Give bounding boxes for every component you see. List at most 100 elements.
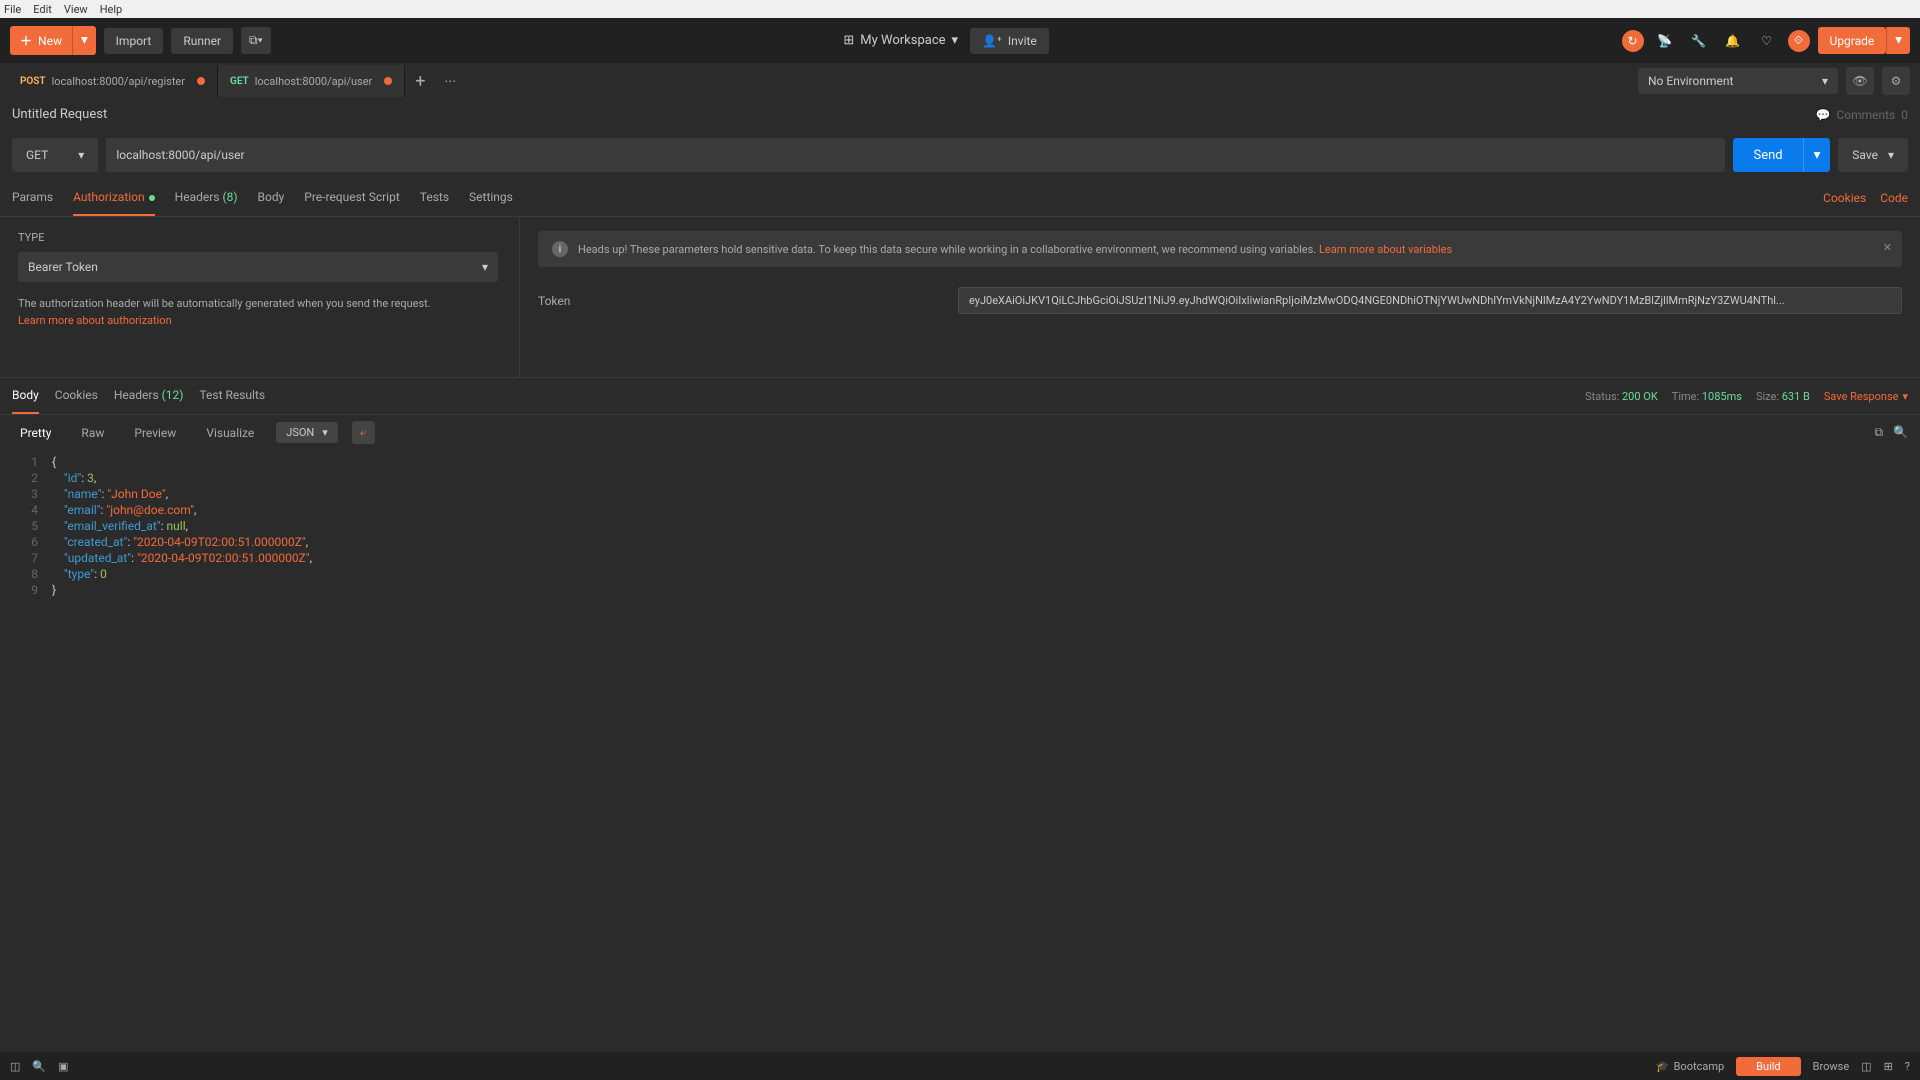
tab-bar: POST localhost:8000/api/register GET loc…	[0, 63, 1920, 99]
two-pane-icon[interactable]: ◫	[1861, 1060, 1871, 1073]
plus-icon: ＋	[20, 32, 32, 49]
code-link[interactable]: Code	[1880, 191, 1908, 205]
save-response-button[interactable]: Save Response ▾	[1824, 390, 1908, 403]
menu-view[interactable]: View	[64, 3, 88, 16]
resp-tab-cookies[interactable]: Cookies	[55, 378, 98, 414]
chevron-down-icon: ▾	[1902, 390, 1908, 403]
console-icon[interactable]: ▣	[58, 1060, 68, 1073]
satellite-icon[interactable]: 📡	[1652, 28, 1678, 54]
resp-tab-body[interactable]: Body	[12, 378, 39, 414]
bootcamp-icon: 🎓	[1656, 1060, 1670, 1073]
send-dropdown[interactable]: ▾	[1803, 138, 1831, 172]
dirty-indicator-icon	[384, 77, 392, 85]
invite-button[interactable]: 👤⁺ Invite	[970, 28, 1049, 54]
info-banner: i Heads up! These parameters hold sensit…	[538, 231, 1902, 267]
method-selector[interactable]: GET ▾	[12, 138, 98, 172]
auth-type-selector[interactable]: Bearer Token ▾	[18, 252, 498, 282]
tab-authorization[interactable]: Authorization	[73, 180, 155, 216]
capture-button[interactable]: ⧉▾	[241, 27, 271, 54]
chevron-down-icon: ▾	[1888, 148, 1894, 162]
sync-icon[interactable]: ↻	[1622, 30, 1644, 52]
resp-tab-headers[interactable]: Headers (12)	[114, 378, 184, 414]
cookies-link[interactable]: Cookies	[1823, 191, 1866, 205]
tab-tests[interactable]: Tests	[420, 180, 449, 216]
bell-icon[interactable]: 🔔	[1720, 28, 1746, 54]
resp-tab-tests[interactable]: Test Results	[199, 378, 265, 414]
find-icon[interactable]: 🔍	[32, 1060, 46, 1073]
active-indicator-icon	[149, 195, 155, 201]
code-line: 2 "id": 3,	[0, 470, 1920, 486]
menu-edit[interactable]: Edit	[33, 3, 52, 16]
heart-icon[interactable]: ♡	[1754, 28, 1780, 54]
send-button[interactable]: Send	[1733, 138, 1802, 172]
close-icon[interactable]: ✕	[1883, 241, 1892, 254]
explore-icon[interactable]: ⟐	[1788, 30, 1810, 52]
view-preview[interactable]: Preview	[126, 422, 184, 444]
view-pretty[interactable]: Pretty	[12, 422, 59, 444]
comments-button[interactable]: 💬 Comments 0	[1815, 108, 1908, 122]
view-raw[interactable]: Raw	[73, 422, 112, 444]
url-input[interactable]	[106, 138, 1725, 172]
code-line: 4 "email": "john@doe.com",	[0, 502, 1920, 518]
upgrade-dropdown[interactable]: ▾	[1886, 27, 1910, 54]
capture-icon: ⧉▾	[249, 33, 263, 47]
upgrade-button[interactable]: Upgrade	[1818, 27, 1887, 54]
tab-params[interactable]: Params	[12, 180, 53, 216]
chevron-down-icon: ▾	[78, 148, 84, 162]
sidebar-toggle-icon[interactable]: ◫	[10, 1060, 20, 1073]
menu-file[interactable]: File	[4, 3, 21, 16]
build-button[interactable]: Build	[1736, 1057, 1800, 1076]
help-icon[interactable]: ?	[1905, 1060, 1910, 1073]
menubar: File Edit View Help	[0, 0, 1920, 18]
layout-icon[interactable]: ⊞	[1884, 1060, 1893, 1073]
env-quicklook-button[interactable]: 👁	[1846, 67, 1874, 95]
token-input[interactable]: eyJ0eXAiOiJKV1QiLCJhbGciOiJSUzI1NiJ9.eyJ…	[958, 287, 1902, 314]
status-bar: ◫ 🔍 ▣ 🎓 Bootcamp Build Browse ◫ ⊞ ?	[0, 1052, 1920, 1080]
wrap-lines-button[interactable]: ⤶	[352, 421, 375, 444]
url-row: GET ▾ Send ▾ Save ▾	[0, 130, 1920, 180]
menu-help[interactable]: Help	[100, 3, 123, 16]
bootcamp-button[interactable]: 🎓 Bootcamp	[1656, 1060, 1724, 1073]
search-icon[interactable]: 🔍	[1893, 425, 1908, 440]
workspace-selector[interactable]: ⊞ My Workspace ▾	[843, 33, 958, 48]
request-tab-register[interactable]: POST localhost:8000/api/register	[8, 65, 218, 97]
copy-icon[interactable]: ⧉	[1874, 425, 1883, 440]
view-visualize[interactable]: Visualize	[198, 422, 262, 444]
code-line: 5 "email_verified_at": null,	[0, 518, 1920, 534]
auth-type-label: TYPE	[18, 231, 501, 244]
grid-icon: ⊞	[843, 33, 854, 48]
new-tab-button[interactable]: +	[405, 71, 435, 92]
request-tab-user[interactable]: GET localhost:8000/api/user	[218, 65, 405, 97]
tab-prerequest[interactable]: Pre-request Script	[304, 180, 399, 216]
wrap-icon: ⤶	[360, 425, 367, 439]
browse-button[interactable]: Browse	[1813, 1060, 1850, 1073]
tab-overflow-button[interactable]: ⋯	[435, 74, 465, 88]
request-sub-tabs: Params Authorization Headers (8) Body Pr…	[0, 180, 1920, 217]
comment-icon: 💬	[1815, 108, 1830, 122]
code-line: 3 "name": "John Doe",	[0, 486, 1920, 502]
response-body[interactable]: 1{2 "id": 3,3 "name": "John Doe",4 "emai…	[0, 450, 1920, 602]
new-button[interactable]: ＋ New	[10, 26, 72, 55]
request-title: Untitled Request	[12, 107, 107, 122]
import-button[interactable]: Import	[104, 28, 164, 54]
chevron-down-icon: ▾	[952, 33, 959, 48]
new-dropdown[interactable]: ▾	[72, 26, 96, 55]
code-line: 6 "created_at": "2020-04-09T02:00:51.000…	[0, 534, 1920, 550]
env-settings-button[interactable]: ⚙	[1882, 67, 1910, 95]
runner-button[interactable]: Runner	[171, 28, 233, 54]
auth-note: The authorization header will be automat…	[18, 296, 501, 329]
main-toolbar: ＋ New ▾ Import Runner ⧉▾ ⊞ My Workspace …	[0, 18, 1920, 63]
auth-learn-link[interactable]: Learn more about authorization	[18, 314, 172, 327]
code-line: 1{	[0, 454, 1920, 470]
tab-settings[interactable]: Settings	[469, 180, 513, 216]
tab-headers[interactable]: Headers (8)	[175, 180, 238, 216]
format-selector[interactable]: JSON ▾	[276, 422, 338, 443]
chevron-down-icon: ▾	[322, 426, 328, 439]
tab-body[interactable]: Body	[258, 180, 285, 216]
wrench-icon[interactable]: 🔧	[1686, 28, 1712, 54]
banner-learn-link[interactable]: Learn more about variables	[1319, 243, 1452, 256]
save-button[interactable]: Save ▾	[1838, 138, 1908, 172]
chevron-down-icon: ▾	[482, 260, 488, 274]
info-icon: i	[552, 241, 568, 257]
environment-selector[interactable]: No Environment ▾	[1638, 68, 1838, 94]
